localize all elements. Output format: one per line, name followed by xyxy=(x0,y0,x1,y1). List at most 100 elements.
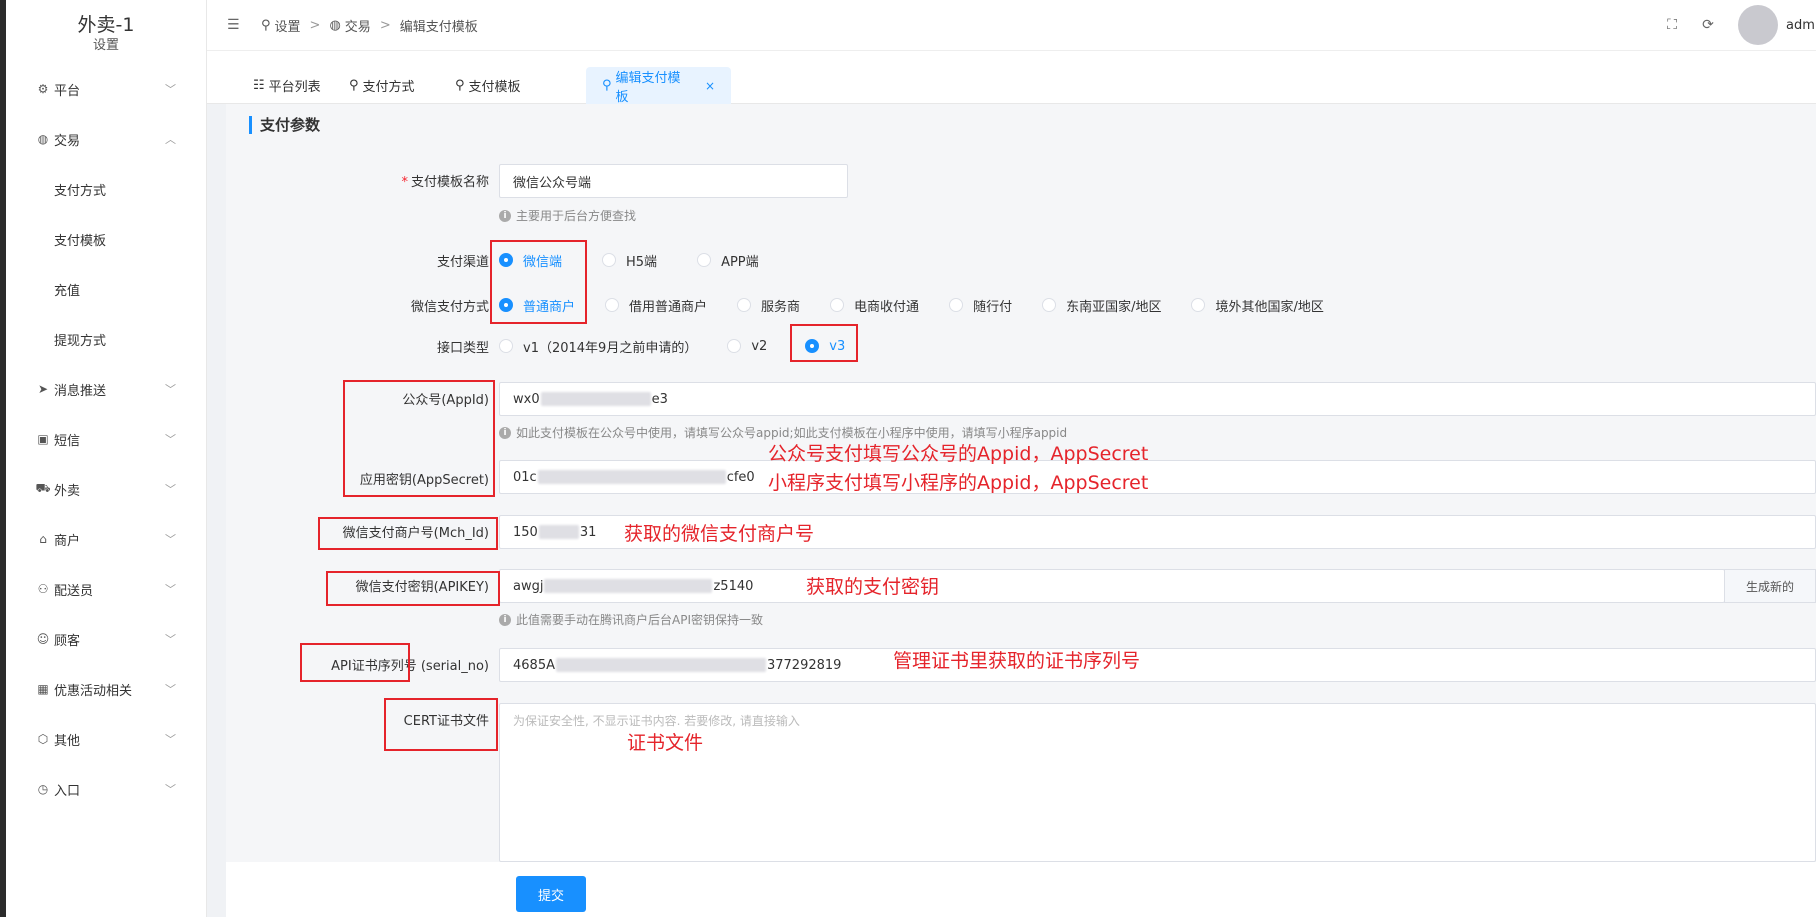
form-card: 支付参数 * 支付模板名称 微信公众号端 i 主要用于后台方便查找 支付渠道 微信端… xyxy=(226,104,1816,917)
chevron-down-icon: ﹀ xyxy=(165,83,176,96)
user-name[interactable]: admin xyxy=(1786,18,1816,33)
wx-method-radio-overseas[interactable]: 境外其他国家/地区 xyxy=(1191,296,1324,315)
user-settings-icon: ⚲ xyxy=(602,78,612,93)
appsecret-input[interactable]: 01c cfe0 xyxy=(499,460,1816,494)
gear-icon: ⚙ xyxy=(37,82,49,96)
sidebar-item-trade[interactable]: ◍ 交易 ︿ xyxy=(6,114,206,164)
user-circle-icon: ☺ xyxy=(36,632,50,646)
submit-button[interactable]: 提交 xyxy=(516,876,586,912)
masked-value xyxy=(538,525,579,539)
user-settings-icon: ⚲ xyxy=(455,78,465,93)
tab-pay-template[interactable]: ⚲ 支付模板 xyxy=(439,67,537,104)
form-footer: 提交 xyxy=(226,862,1816,917)
brand-name: 外卖-1 xyxy=(77,14,135,36)
annotation-text: 获取的支付密钥 xyxy=(806,576,940,598)
hexagon-icon: ⬡ xyxy=(37,732,49,746)
template-name-input[interactable]: 微信公众号端 xyxy=(499,164,848,198)
wx-method-radio-borrow[interactable]: 借用普通商户 xyxy=(605,296,707,315)
annotation-box xyxy=(326,571,500,606)
sidebar-subitem-pay-template[interactable]: 支付模板 xyxy=(6,214,206,264)
chevron-down-icon: ﹀ xyxy=(165,733,176,746)
channel-radio-h5[interactable]: H5端 xyxy=(602,251,657,270)
info-icon: i xyxy=(499,209,511,222)
api-type-radio-v2[interactable]: v2 xyxy=(727,339,767,354)
masked-value xyxy=(537,470,726,484)
chevron-up-icon: ︿ xyxy=(165,133,176,146)
sidebar-item-entry[interactable]: ◷ 入口 ﹀ xyxy=(6,764,206,814)
template-name-hint: i 主要用于后台方便查找 xyxy=(499,207,636,224)
sidebar-item-other[interactable]: ⬡ 其他 ﹀ xyxy=(6,714,206,764)
chevron-down-icon: ﹀ xyxy=(165,583,176,596)
sidebar-item-courier[interactable]: ⚇ 配送员 ﹀ xyxy=(6,564,206,614)
wx-method-radio-sea[interactable]: 东南亚国家/地区 xyxy=(1042,296,1161,315)
sidebar-item-push[interactable]: ➤ 消息推送 ﹀ xyxy=(6,364,206,414)
tab-bar: ☷ 平台列表 ⚲ 支付方式 ⚲ 支付模板 ⚲ 编辑支付模板 × xyxy=(207,50,1816,105)
header-actions: ⛶ ⟳ admin xyxy=(1664,0,1816,50)
masked-value xyxy=(544,579,713,593)
info-icon: i xyxy=(499,426,511,439)
main-content: 支付参数 * 支付模板名称 微信公众号端 i 主要用于后台方便查找 支付渠道 微信端… xyxy=(207,104,1816,917)
sidebar-item-platform[interactable]: ⚙ 平台 ﹀ xyxy=(6,64,206,114)
menu-collapse-icon[interactable]: ☰ xyxy=(227,17,247,33)
sidebar-item-customer[interactable]: ☺ 顾客 ﹀ xyxy=(6,614,206,664)
channel-radio-app[interactable]: APP端 xyxy=(697,251,759,270)
sidebar-item-label: 平台 xyxy=(54,83,81,99)
sidebar-item-promotion[interactable]: ▦ 优惠活动相关 ﹀ xyxy=(6,664,206,714)
wx-method-radio-suixingfu[interactable]: 随行付 xyxy=(949,296,1012,315)
compass-icon: ◷ xyxy=(37,782,49,796)
template-name-label: * 支付模板名称 xyxy=(401,175,489,190)
sidebar-item-label: 消息推送 xyxy=(54,383,107,399)
annotation-text: 证书文件 xyxy=(627,732,704,754)
breadcrumb-item[interactable]: ⚲ 设置 xyxy=(261,16,301,35)
chevron-down-icon: ﹀ xyxy=(165,483,176,496)
masked-value xyxy=(540,392,651,406)
fullscreen-icon[interactable]: ⛶ xyxy=(1664,17,1680,33)
cert-textarea[interactable]: 为保证安全性, 不显示证书内容. 若要修改, 请直接输入 xyxy=(499,703,1816,862)
apikey-hint: i 此值需要手动在腾讯商户后台API密钥保持一致 xyxy=(499,611,763,628)
sidebar-item-takeout[interactable]: ⛟ 外卖 ﹀ xyxy=(6,464,206,514)
wallet-icon: ◍ xyxy=(329,17,341,33)
sidebar-subitem-recharge[interactable]: 充值 xyxy=(6,264,206,314)
tab-platform-list[interactable]: ☷ 平台列表 xyxy=(237,67,337,104)
header: ☰ ⚲设置 > ◍交易 > 编辑支付模板 ⛶ ⟳ admin xyxy=(207,0,1816,50)
wx-method-radio-group: 普通商户 借用普通商户 服务商 电商收付通 随行付 东南亚国家/地区 境外其他国… xyxy=(499,295,1354,315)
courier-icon: ⚇ xyxy=(37,582,49,596)
api-type-radio-v1[interactable]: v1（2014年9月之前申请的） xyxy=(499,337,697,356)
breadcrumb-item[interactable]: ◍ 交易 xyxy=(329,16,370,35)
avatar[interactable] xyxy=(1738,5,1778,45)
generate-key-button[interactable]: 生成新的 xyxy=(1724,569,1816,603)
chevron-down-icon: ﹀ xyxy=(165,683,176,696)
sidebar-subitem-withdraw[interactable]: 提现方式 xyxy=(6,314,206,364)
user-settings-icon: ⚲ xyxy=(261,17,271,33)
annotation-text: 管理证书里获取的证书序列号 xyxy=(893,650,1141,672)
sidebar-item-label: 外卖 xyxy=(54,483,81,499)
wx-method-radio-provider[interactable]: 服务商 xyxy=(737,296,800,315)
annotation-box xyxy=(300,643,410,682)
shop-icon: ⌂ xyxy=(39,532,47,546)
channel-label: 支付渠道 xyxy=(436,255,489,270)
annotation-box xyxy=(790,324,858,362)
sidebar-item-label: 商户 xyxy=(54,533,81,549)
sidebar-item-label: 入口 xyxy=(54,783,81,799)
wx-method-label: 微信支付方式 xyxy=(410,300,489,315)
sidebar-item-label: 配送员 xyxy=(54,583,94,599)
annotation-box xyxy=(384,698,498,751)
annotation-text: 获取的微信支付商户号 xyxy=(624,523,815,545)
annotation-box xyxy=(490,240,587,324)
sidebar-item-sms[interactable]: ▣ 短信 ﹀ xyxy=(6,414,206,464)
apikey-input[interactable]: awgj z5140 xyxy=(499,569,1725,603)
close-icon[interactable]: × xyxy=(705,79,715,93)
wx-method-radio-ecommerce[interactable]: 电商收付通 xyxy=(830,296,919,315)
info-icon: i xyxy=(499,613,511,626)
refresh-icon[interactable]: ⟳ xyxy=(1700,17,1716,33)
appid-input[interactable]: wx0 e3 xyxy=(499,382,1816,416)
chevron-down-icon: ﹀ xyxy=(165,383,176,396)
serial-input[interactable]: 4685A 377292819 xyxy=(499,648,1816,682)
sidebar-item-merchant[interactable]: ⌂ 商户 ﹀ xyxy=(6,514,206,564)
sidebar-subitem-pay-method[interactable]: 支付方式 xyxy=(6,164,206,214)
tab-edit-pay-template[interactable]: ⚲ 编辑支付模板 × xyxy=(586,67,731,105)
annotation-text: 小程序支付填写小程序的Appid，AppSecret xyxy=(768,472,1149,494)
tab-pay-method[interactable]: ⚲ 支付方式 xyxy=(333,67,431,104)
gift-icon: ▦ xyxy=(37,682,49,696)
brand: 外卖-1 设置 xyxy=(6,0,206,64)
